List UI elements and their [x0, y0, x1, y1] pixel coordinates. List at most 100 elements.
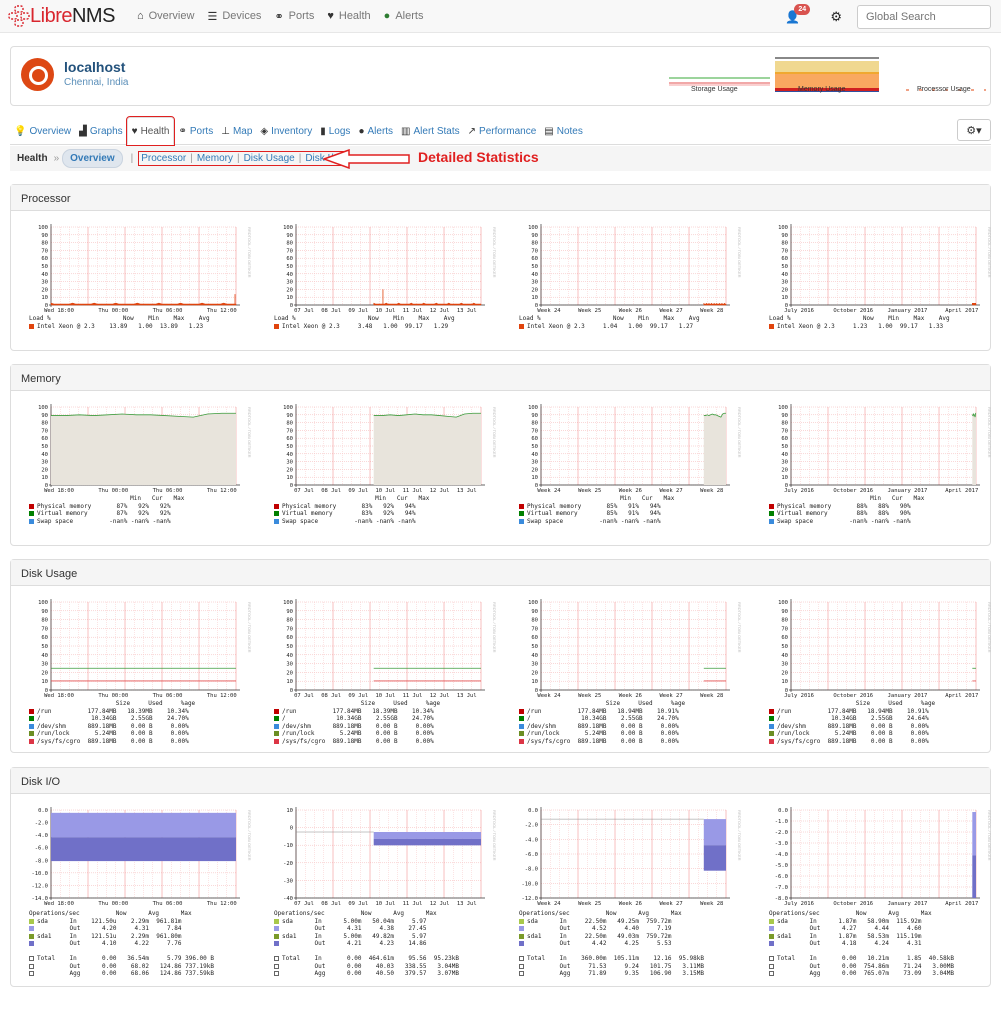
health-graph[interactable]: 100 90 80 70 60 50 40 30 20 10 0 07 Jul 08 Jul 09 Jul…	[266, 594, 498, 745]
legend-header: Min Cur Max	[519, 495, 743, 503]
health-graph[interactable]: 0.0 -1.0 -2.0 -3.0 -4.0 -5.0 -6.0 -7.0 -8.0 July …	[761, 802, 993, 978]
legend-row: /run/lock 5.24MB 0.00 B 0.00%	[519, 730, 743, 738]
x-tick-label: Week 28	[700, 308, 723, 314]
legend-row: /sys/fs/cgro 889.18MB 0.00 B 0.00%	[519, 738, 743, 746]
health-graph[interactable]: 100 90 80 70 60 50 40 30 20 10 0 Week 24 Week 25 Week…	[511, 594, 743, 745]
breadcrumb-overview-pill[interactable]: Overview	[62, 149, 123, 168]
legend-text: Physical memory 85% 91% 94%	[527, 502, 661, 510]
device-location: Chennai, India	[64, 77, 129, 88]
y-tick-label: -12.0	[31, 883, 48, 889]
legend-swatch	[274, 971, 279, 976]
y-tick-label: -10.0	[521, 881, 538, 887]
nav-label: Health	[338, 10, 371, 22]
legend-row: Virtual memory 88% 88% 90%	[769, 510, 993, 518]
y-tick-label: 80	[41, 618, 48, 624]
health-graph[interactable]: 0.0 -2.0 -4.0 -6.0 -8.0 -10.0 -12.0 -14.0 Wed 18…	[21, 802, 253, 978]
health-graph[interactable]: 100 90 80 70 60 50 40 30 20 10 0 Wed 18:00 Thu 00:00…	[21, 594, 253, 745]
legend-swatch	[519, 926, 524, 931]
legend-total-row: Total In 0.00 10.21m 1.85 40.58kB	[769, 955, 993, 963]
divider: |	[298, 153, 302, 164]
nav-label: Alerts	[395, 10, 424, 22]
tab-performance[interactable]: ↗ Performance	[464, 126, 541, 144]
legend-total-row: Out 0.00 40.03 338.55 3.04MB	[274, 963, 498, 971]
nav-ports[interactable]: ⚭ Ports	[274, 10, 314, 23]
tab-graphs[interactable]: ▟ Graphs	[75, 126, 127, 144]
link-processor[interactable]: Processor	[141, 153, 186, 164]
graph-canvas: 1009080706050403020100Week 24 Week 25 Week…	[528, 404, 742, 494]
y-tick-label: 50	[531, 644, 538, 650]
legend-header: Size Used %age	[769, 700, 993, 708]
y-tick-label: -2.0	[35, 821, 48, 827]
health-graph[interactable]: 100 90 80 70 60 50 40 30 20 10 0 Wed 18:00 Thu 00:00…	[21, 399, 253, 525]
tab-alerts[interactable]: ● Alerts	[354, 126, 397, 144]
y-tick-label: 100	[38, 600, 48, 606]
legend-header: Operations/sec Now Avg Max	[769, 910, 993, 918]
librenms-logo[interactable]: Libre NMS	[8, 5, 115, 28]
legend-swatch	[29, 926, 34, 931]
tab-logs[interactable]: ▮ Logs	[316, 126, 354, 144]
legend-swatch	[769, 716, 774, 721]
y-tick-label: 10	[41, 475, 48, 481]
health-graph[interactable]: 10 0 -10 -20 -30 -40 07 Jul 08 Jul 09 Jul 10 Jul 1…	[266, 802, 498, 978]
tab-inventory[interactable]: ◈ Inventory	[256, 126, 316, 144]
top-navbar: Libre NMS ⌂ Overview ☰ Devices ⚭ Ports ♥ Heal…	[0, 0, 1001, 33]
y-tick-label: 100	[528, 600, 538, 606]
tab-health[interactable]: ♥ Health	[125, 116, 176, 146]
nav-alerts[interactable]: ● Alerts	[384, 10, 424, 22]
y-tick-label: -8.0	[35, 858, 48, 864]
device-hostname[interactable]: localhost	[64, 59, 125, 75]
tab-overview[interactable]: 💡 Overview	[10, 126, 75, 144]
link-memory[interactable]: Memory	[197, 153, 233, 164]
health-graph[interactable]: 100 90 80 70 60 50 40 30 20 10 0 07 Jul 08 Jul 09 Jul…	[266, 219, 498, 330]
legend-text	[29, 948, 33, 955]
settings-gear-icon[interactable]: ⚙	[830, 9, 842, 25]
legend-text: /run/lock 5.24MB 0.00 B 0.00%	[777, 730, 929, 737]
legend-row: / 10.34GB 2.55GB 24.70%	[29, 715, 253, 723]
y-tick-label: 0	[290, 483, 293, 489]
y-tick-label: 20	[41, 670, 48, 676]
health-graph[interactable]: 0.0 -2.0 -4.0 -6.0 -8.0 -10.0 -12.0 Week 24 Week…	[511, 802, 743, 978]
y-tick-label: 50	[286, 264, 293, 270]
nav-health[interactable]: ♥ Health	[327, 10, 370, 22]
health-graph[interactable]: 100 90 80 70 60 50 40 30 20 10 0 Week 24 Week 25 Week…	[511, 399, 743, 525]
y-tick-label: 80	[781, 618, 788, 624]
tab-ports[interactable]: ⚭ Ports	[174, 126, 217, 144]
health-graph[interactable]: 100 90 80 70 60 50 40 30 20 10 0 Wed 18:00 Thu 00:00…	[21, 219, 253, 330]
y-tick-label: 60	[531, 436, 538, 442]
book-icon: ▮	[320, 126, 326, 137]
legend-swatch	[519, 918, 524, 924]
nav-overview[interactable]: ⌂ Overview	[137, 10, 195, 22]
rrdtool-watermark: RRDTOOL / TOBI OETIKER	[492, 810, 497, 861]
device-settings-button[interactable]: ⚙▾	[957, 119, 991, 141]
y-tick-label: 90	[286, 233, 293, 239]
health-graph[interactable]: 100 90 80 70 60 50 40 30 20 10 0 July 2016 October 2…	[761, 594, 993, 745]
legend-text: Physical memory 87% 92% 92%	[37, 502, 171, 510]
health-graph[interactable]: 100 90 80 70 60 50 40 30 20 10 0 07 Jul 08 Jul 09 Jul…	[266, 399, 498, 525]
health-graph[interactable]: 100 90 80 70 60 50 40 30 20 10 0 July 2016 October 2…	[761, 219, 993, 330]
tab-notes[interactable]: ▤ Notes	[540, 126, 587, 144]
legend-text: Out 4.20 4.31 7.84	[37, 925, 182, 932]
tab-alert-stats[interactable]: ▥ Alert Stats	[397, 126, 464, 144]
legend-swatch	[274, 503, 279, 509]
y-tick-label: -20	[283, 861, 293, 867]
y-tick-label: 20	[531, 467, 538, 473]
link-disk-usage[interactable]: Disk Usage	[244, 153, 295, 164]
health-graph[interactable]: 100 90 80 70 60 50 40 30 20 10 0 July 2016 October 2…	[761, 399, 993, 525]
tab-map[interactable]: ⊥ Map	[217, 126, 256, 144]
legend-text: Operations/sec Now Avg Max	[769, 910, 932, 917]
legend-swatch	[519, 933, 524, 939]
y-tick-label: 0.0	[528, 808, 538, 814]
nav-devices[interactable]: ☰ Devices	[207, 10, 261, 23]
health-graph[interactable]: 100 90 80 70 60 50 40 30 20 10 0 Week 24 Week 25 Week…	[511, 219, 743, 330]
ubuntu-os-icon	[21, 58, 54, 91]
graph-legend: Size Used %age/run 177.84MB 18.94MB 10.9…	[761, 700, 993, 745]
global-search-input[interactable]	[857, 5, 991, 29]
legend-text: Load % Now Min Max Avg	[29, 315, 210, 322]
graph-legend: Min Cur Max Physical memory 87% 92% 92% Vi…	[21, 495, 253, 525]
breadcrumb-separator: »	[53, 153, 60, 164]
legend-row: Virtual memory 85% 91% 94%	[519, 510, 743, 518]
y-tick-label: 0.0	[778, 808, 788, 814]
x-tick-label: 11 Jul	[403, 693, 423, 699]
legend-swatch	[29, 323, 34, 329]
user-menu[interactable]: 👤 24	[785, 4, 811, 24]
